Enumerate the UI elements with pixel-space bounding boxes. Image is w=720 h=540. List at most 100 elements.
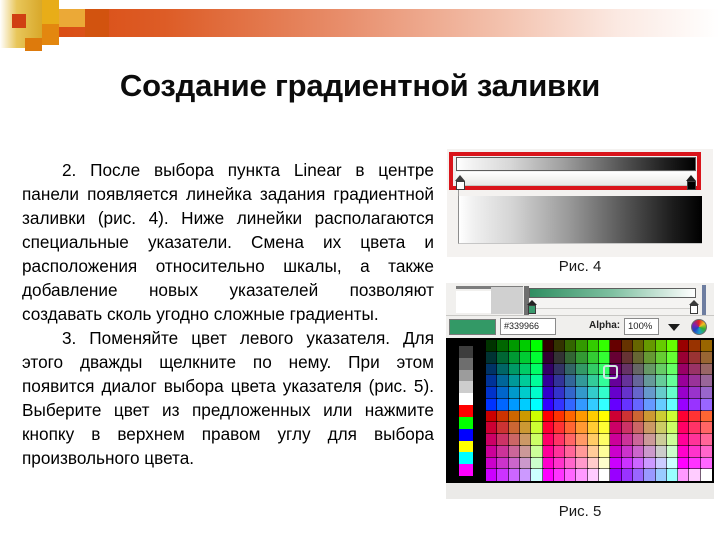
color-swatch[interactable]: [700, 386, 713, 400]
color-swatch[interactable]: [519, 468, 532, 482]
color-swatch[interactable]: [485, 457, 498, 470]
color-swatch[interactable]: [654, 433, 668, 447]
color-swatch[interactable]: [632, 374, 645, 388]
color-swatch[interactable]: [609, 398, 623, 411]
color-swatch[interactable]: [587, 468, 600, 482]
color-swatch[interactable]: [688, 386, 702, 400]
color-swatch[interactable]: [632, 386, 645, 400]
color-swatch[interactable]: [587, 410, 600, 423]
color-swatch[interactable]: [643, 339, 657, 353]
color-swatch[interactable]: [575, 457, 589, 470]
color-swatch[interactable]: [609, 457, 623, 470]
color-swatch[interactable]: [530, 445, 544, 458]
color-swatch[interactable]: [621, 433, 634, 447]
color-swatch[interactable]: [519, 374, 532, 388]
grayscale-swatch[interactable]: [459, 464, 473, 476]
color-swatch[interactable]: [575, 386, 589, 400]
color-swatch[interactable]: [632, 457, 645, 470]
color-swatch[interactable]: [654, 445, 668, 458]
color-swatch[interactable]: [666, 421, 679, 435]
picker-gradient-stop-left[interactable]: [527, 300, 537, 314]
color-swatch[interactable]: [508, 445, 521, 458]
gradient-stop-left[interactable]: [455, 175, 466, 190]
color-swatch[interactable]: [677, 410, 690, 423]
color-swatch[interactable]: [508, 421, 521, 435]
color-swatch-grid[interactable]: [485, 339, 713, 482]
color-swatch[interactable]: [621, 445, 634, 458]
color-swatch[interactable]: [609, 410, 623, 423]
color-swatch[interactable]: [688, 433, 702, 447]
color-swatch[interactable]: [654, 468, 668, 482]
color-swatch[interactable]: [598, 421, 611, 435]
color-swatch[interactable]: [677, 398, 690, 411]
color-swatch[interactable]: [688, 410, 702, 423]
color-swatch[interactable]: [643, 351, 657, 364]
color-swatch[interactable]: [485, 398, 498, 411]
grayscale-swatch[interactable]: [459, 381, 473, 394]
color-swatch[interactable]: [564, 457, 577, 470]
color-swatch[interactable]: [654, 363, 668, 376]
color-swatch[interactable]: [508, 374, 521, 388]
color-swatch[interactable]: [519, 433, 532, 447]
color-swatch[interactable]: [621, 410, 634, 423]
color-swatch[interactable]: [530, 339, 544, 353]
color-swatch[interactable]: [496, 410, 510, 423]
color-swatch[interactable]: [553, 386, 566, 400]
color-swatch[interactable]: [632, 468, 645, 482]
color-swatch[interactable]: [587, 445, 600, 458]
color-swatch[interactable]: [677, 374, 690, 388]
color-swatch[interactable]: [700, 433, 713, 447]
chevron-down-icon[interactable]: [668, 324, 680, 331]
color-swatch[interactable]: [553, 457, 566, 470]
color-swatch[interactable]: [508, 410, 521, 423]
color-swatch[interactable]: [632, 410, 645, 423]
color-swatch[interactable]: [688, 457, 702, 470]
color-swatch[interactable]: [530, 410, 544, 423]
color-swatch[interactable]: [700, 351, 713, 364]
color-swatch[interactable]: [643, 457, 657, 470]
color-swatch[interactable]: [564, 386, 577, 400]
color-swatch[interactable]: [519, 386, 532, 400]
color-swatch[interactable]: [564, 351, 577, 364]
color-swatch[interactable]: [485, 468, 498, 482]
color-swatch[interactable]: [519, 410, 532, 423]
color-swatch[interactable]: [541, 410, 555, 423]
color-wheel-icon[interactable]: [691, 319, 707, 335]
color-swatch[interactable]: [519, 351, 532, 364]
color-swatch[interactable]: [508, 363, 521, 376]
color-swatch[interactable]: [530, 421, 544, 435]
color-swatch[interactable]: [508, 339, 521, 353]
color-swatch[interactable]: [677, 457, 690, 470]
color-swatch[interactable]: [654, 421, 668, 435]
color-swatch[interactable]: [587, 386, 600, 400]
color-swatch[interactable]: [643, 398, 657, 411]
color-swatch[interactable]: [575, 339, 589, 353]
color-swatch[interactable]: [530, 351, 544, 364]
hex-color-input[interactable]: #339966: [500, 318, 556, 335]
color-swatch[interactable]: [666, 339, 679, 353]
grayscale-swatch[interactable]: [459, 405, 473, 417]
color-swatch[interactable]: [632, 433, 645, 447]
color-swatch[interactable]: [530, 457, 544, 470]
color-swatch[interactable]: [609, 433, 623, 447]
color-swatch[interactable]: [530, 374, 544, 388]
color-swatch[interactable]: [598, 386, 611, 400]
color-swatch[interactable]: [598, 374, 611, 388]
color-swatch[interactable]: [621, 386, 634, 400]
picker-gradient-strip[interactable]: [529, 288, 696, 298]
color-swatch[interactable]: [496, 351, 510, 364]
color-swatch[interactable]: [485, 433, 498, 447]
grayscale-swatch[interactable]: [459, 428, 473, 441]
color-swatch[interactable]: [609, 421, 623, 435]
color-swatch[interactable]: [609, 468, 623, 482]
color-swatch[interactable]: [666, 433, 679, 447]
color-swatch[interactable]: [654, 351, 668, 364]
color-swatch[interactable]: [541, 363, 555, 376]
color-swatch[interactable]: [496, 421, 510, 435]
color-swatch[interactable]: [508, 457, 521, 470]
color-swatch[interactable]: [564, 468, 577, 482]
color-swatch[interactable]: [496, 445, 510, 458]
color-swatch[interactable]: [587, 374, 600, 388]
color-swatch[interactable]: [541, 351, 555, 364]
color-swatch[interactable]: [485, 410, 498, 423]
